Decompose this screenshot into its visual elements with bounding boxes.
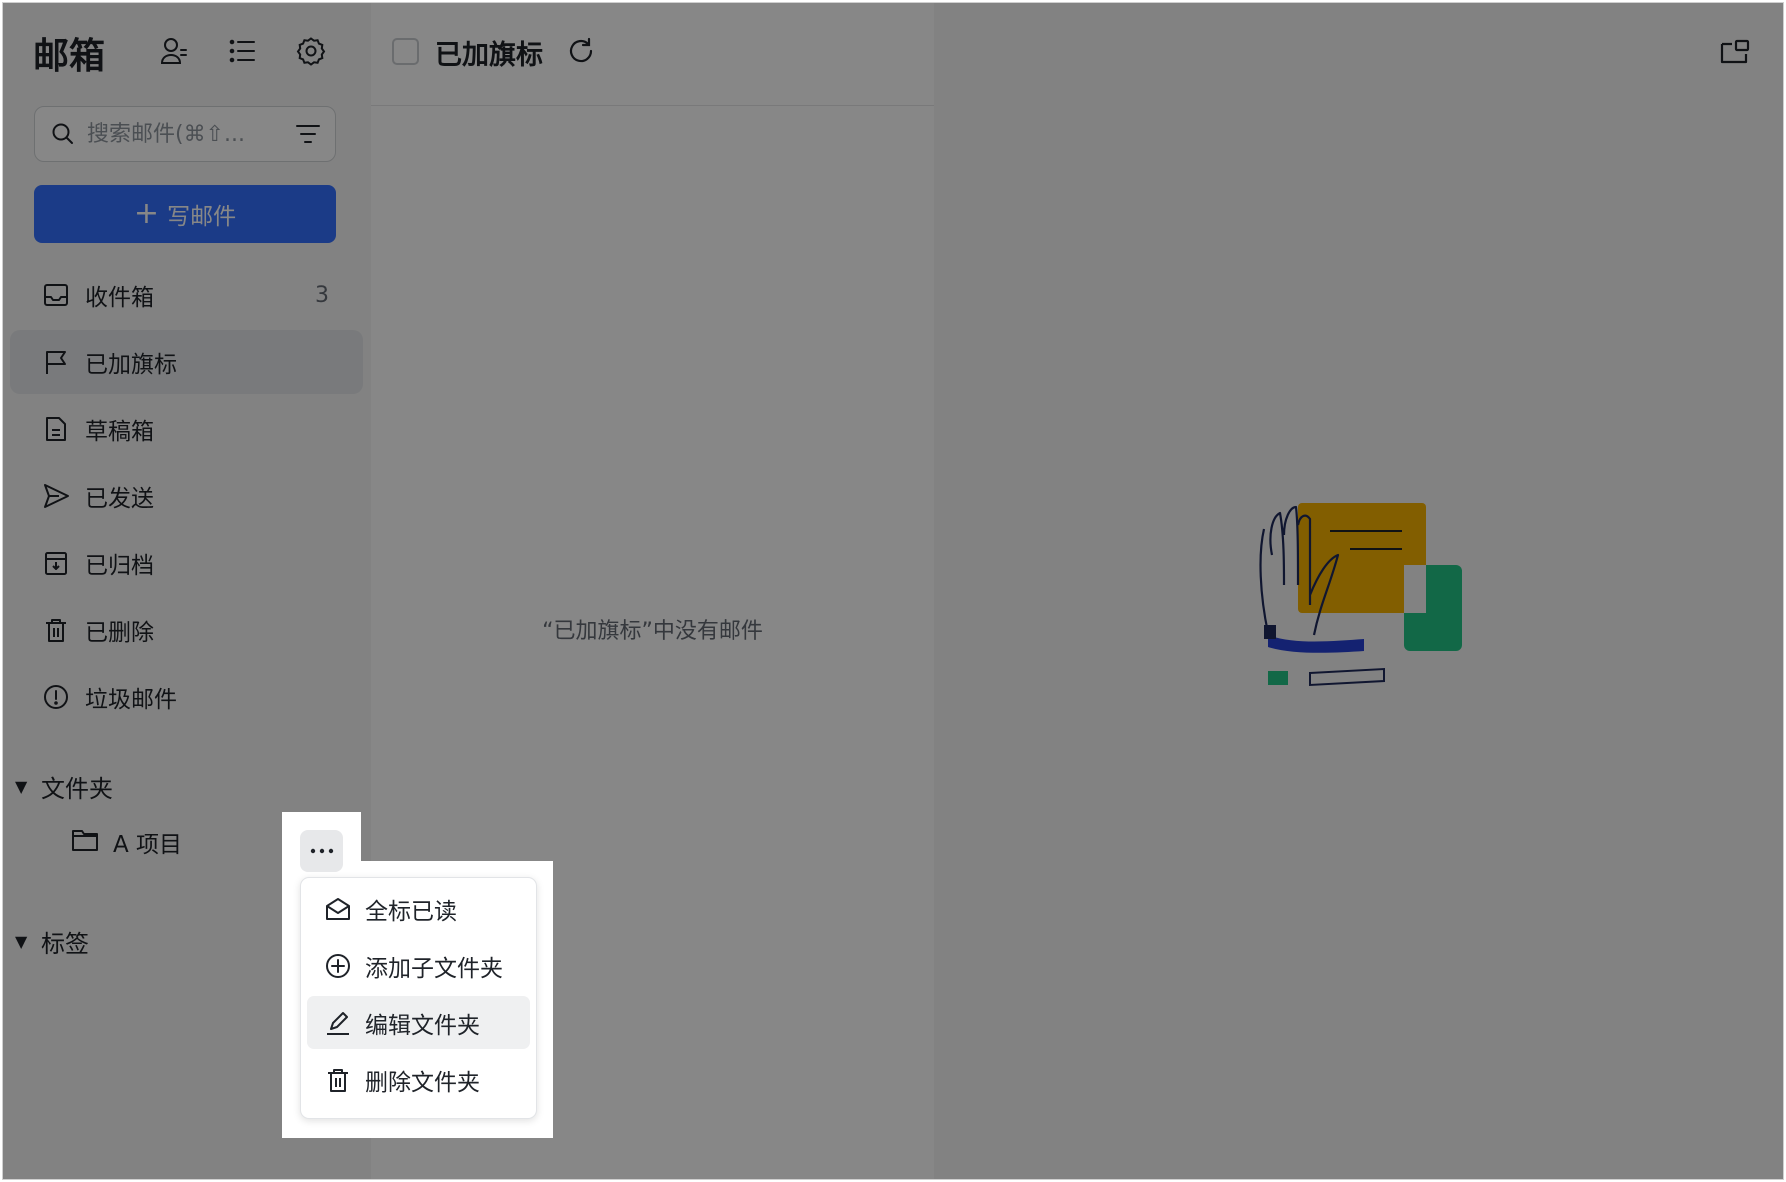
folder-more-button[interactable] — [300, 830, 343, 872]
menu-item-label: 全标已读 — [365, 898, 457, 925]
menu-item-add-subfolder[interactable]: 添加子文件夹 — [307, 939, 530, 992]
menu-item-label: 添加子文件夹 — [365, 955, 503, 982]
folder-context-menu: 全标已读 添加子文件夹 编辑文件夹 删除文件夹 — [300, 877, 537, 1119]
menu-item-mark-all-read[interactable]: 全标已读 — [307, 882, 530, 935]
add-circle-icon — [323, 951, 353, 981]
mail-app-window: 邮箱 搜索邮件(⌘⇧... + 写邮件 收件箱 3 已加旗标 草稿箱 已发送 已… — [2, 2, 1784, 1180]
more-icon — [310, 848, 333, 854]
menu-item-delete-folder[interactable]: 删除文件夹 — [307, 1053, 530, 1106]
dim-overlay — [3, 3, 1783, 1179]
mark-read-icon — [323, 894, 353, 924]
menu-item-edit-folder[interactable]: 编辑文件夹 — [307, 996, 530, 1049]
delete-icon — [323, 1065, 353, 1095]
menu-item-label: 删除文件夹 — [365, 1069, 480, 1096]
edit-icon — [323, 1008, 353, 1038]
menu-item-label: 编辑文件夹 — [365, 1012, 480, 1039]
